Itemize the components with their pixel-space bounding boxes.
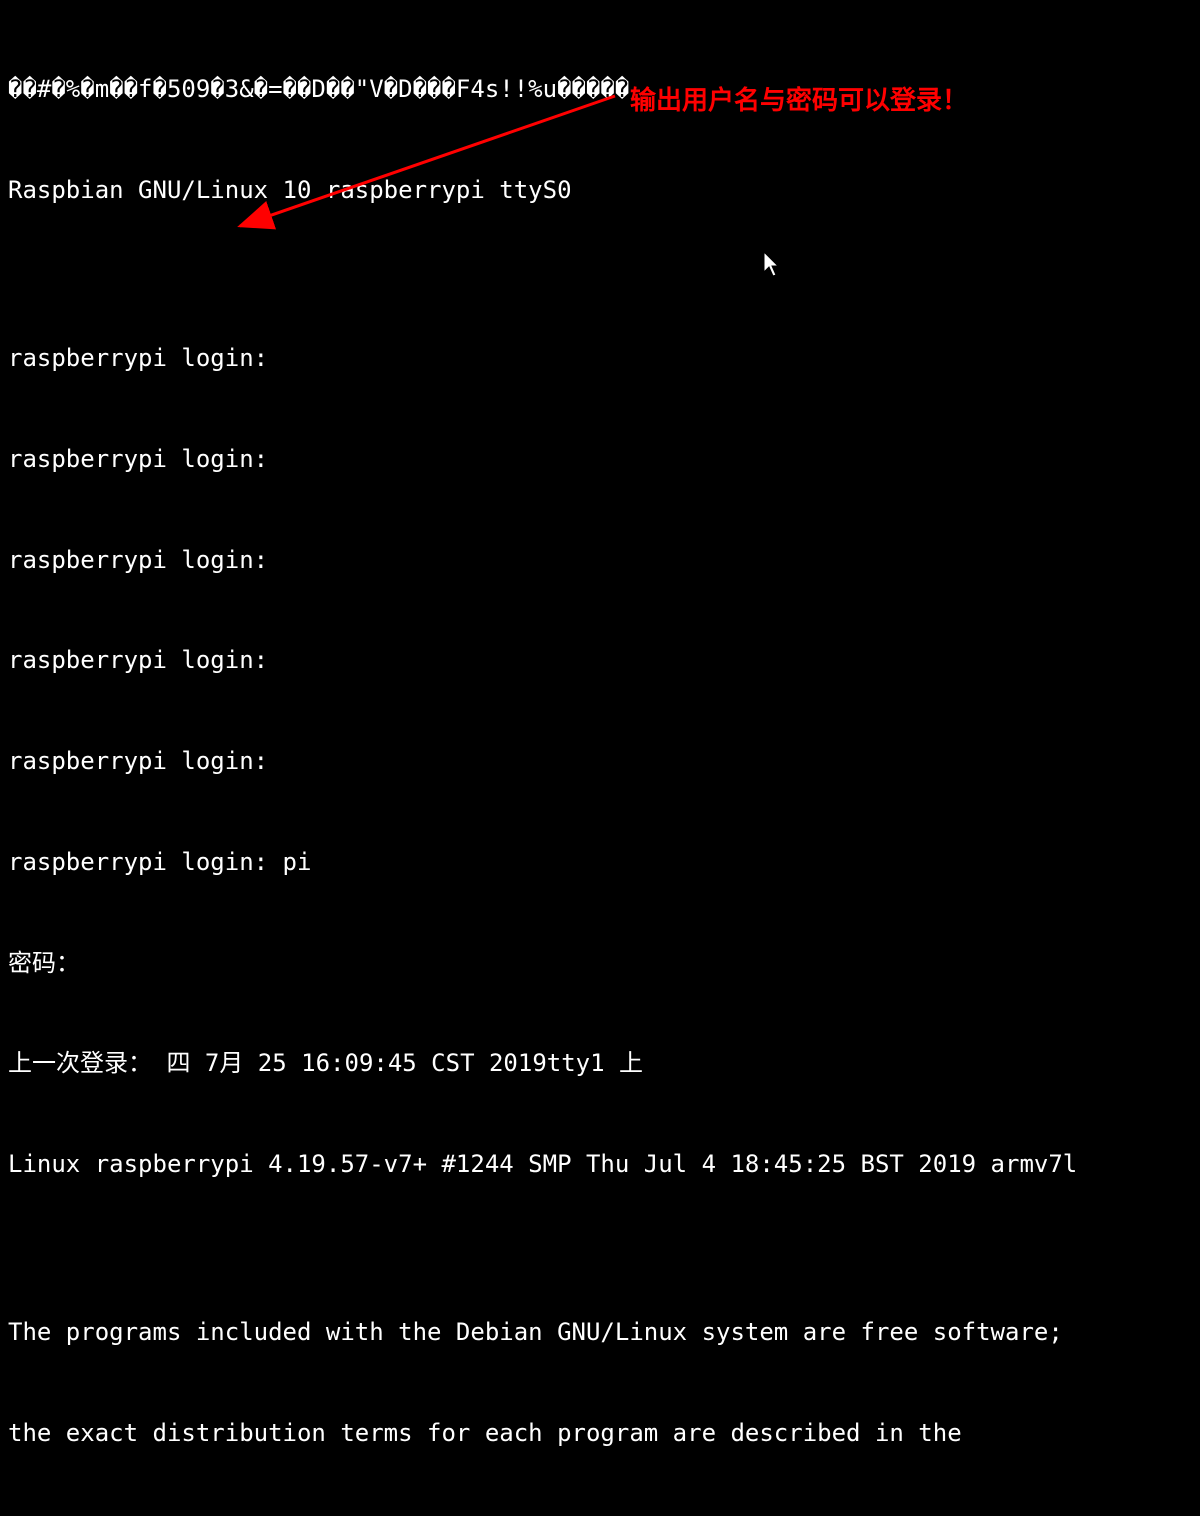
terminal-line: Linux raspberrypi 4.19.57-v7+ #1244 SMP … <box>8 1148 1192 1182</box>
terminal-line: 上一次登录： 四 7月 25 16:09:45 CST 2019tty1 上 <box>8 1047 1192 1081</box>
terminal-line: 密码： <box>8 947 1192 981</box>
mouse-cursor-icon <box>762 250 782 278</box>
terminal-output[interactable]: ��#�%�m��f�509�3&�=��D��"V�D���F4s!!%u��… <box>0 0 1200 1516</box>
terminal-line: raspberrypi login: <box>8 443 1192 477</box>
terminal-line: Raspbian GNU/Linux 10 raspberrypi ttyS0 <box>8 174 1192 208</box>
terminal-line: the exact distribution terms for each pr… <box>8 1417 1192 1451</box>
terminal-line: raspberrypi login: <box>8 544 1192 578</box>
terminal-line: raspberrypi login: <box>8 644 1192 678</box>
terminal-line: ��#�%�m��f�509�3&�=��D��"V�D���F4s!!%u��… <box>8 73 1192 107</box>
terminal-line: raspberrypi login: <box>8 745 1192 779</box>
terminal-line: raspberrypi login: <box>8 342 1192 376</box>
annotation-label: 输出用户名与密码可以登录！ <box>630 82 968 118</box>
terminal-line: raspberrypi login: pi <box>8 846 1192 880</box>
terminal-line: The programs included with the Debian GN… <box>8 1316 1192 1350</box>
